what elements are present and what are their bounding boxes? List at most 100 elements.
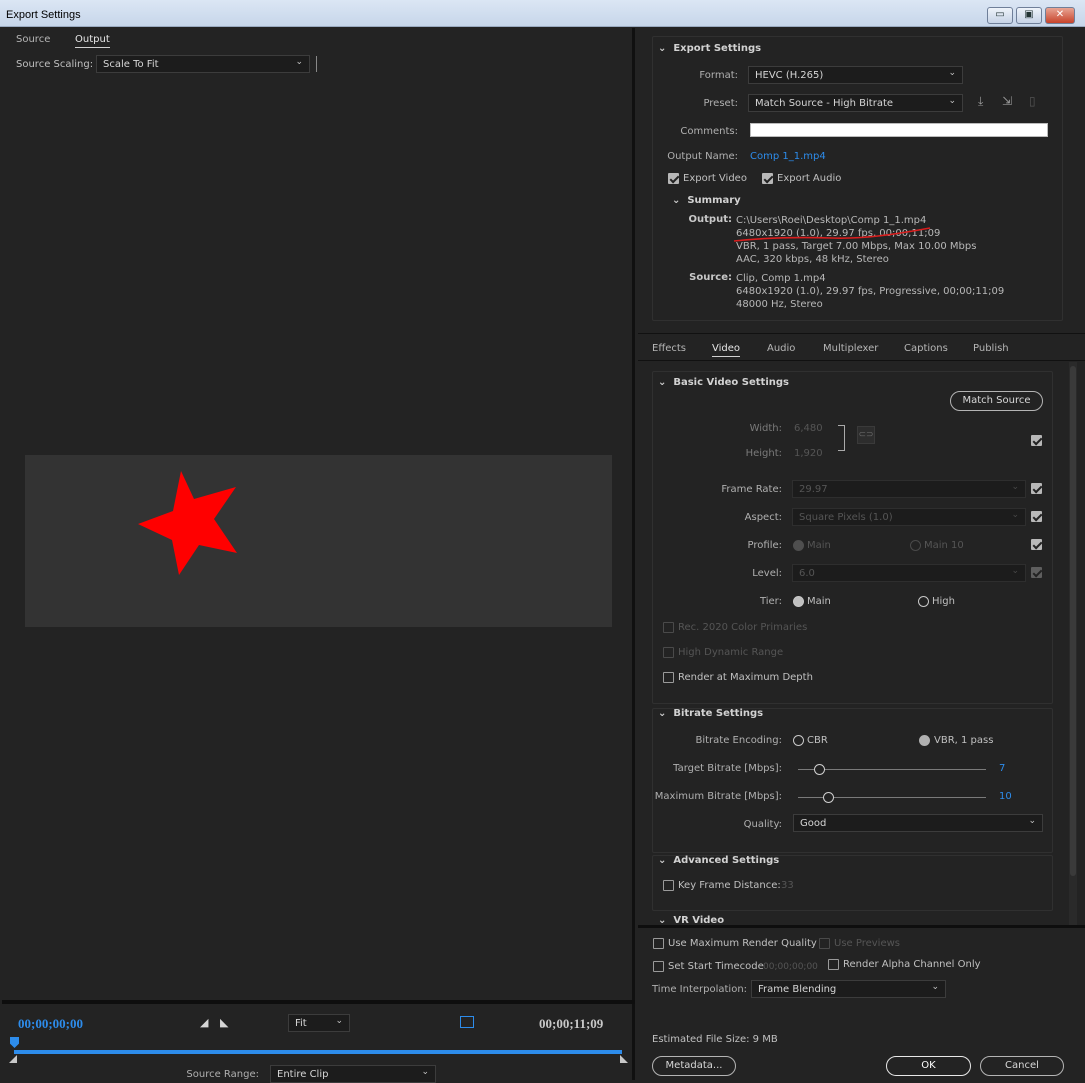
max-bitrate-knob[interactable] (823, 792, 834, 803)
playhead-icon[interactable] (10, 1037, 19, 1048)
close-button[interactable]: ✕ (1045, 7, 1075, 24)
ok-button[interactable]: OK (886, 1056, 971, 1076)
timeline-bar[interactable] (14, 1050, 622, 1054)
vbr1-label: VBR, 1 pass (934, 735, 994, 746)
tab-audio[interactable]: Audio (767, 343, 795, 354)
aspect-checkbox[interactable] (1031, 511, 1042, 522)
hdr-checkbox[interactable] (663, 647, 674, 658)
tab-effects[interactable]: Effects (652, 343, 686, 354)
level-checkbox[interactable] (1031, 567, 1042, 578)
tab-captions[interactable]: Captions (904, 343, 948, 354)
export-video-checkbox[interactable] (668, 173, 679, 184)
match-size-checkbox[interactable] (1031, 435, 1042, 446)
zoom-dropdown[interactable]: Fit ⌄ (288, 1014, 350, 1032)
use-previews-checkbox[interactable] (819, 938, 830, 949)
summary-output-label: Output: (688, 214, 732, 225)
import-preset-icon[interactable]: ⇲ (1002, 94, 1012, 108)
tier-main-radio[interactable] (793, 596, 804, 607)
aspect-dropdown[interactable]: Square Pixels (1.0) ⌄ (792, 508, 1026, 526)
match-source-button[interactable]: Match Source (950, 391, 1043, 411)
basic-video-title[interactable]: ⌄ Basic Video Settings (658, 377, 789, 388)
format-dropdown[interactable]: HEVC (H.265) ⌄ (748, 66, 963, 84)
keyframe-checkbox[interactable] (663, 880, 674, 891)
width-value[interactable]: 6,480 (794, 423, 823, 434)
chevron-down-icon: ⌄ (421, 1067, 429, 1077)
preset-dropdown[interactable]: Match Source - High Bitrate ⌄ (748, 94, 963, 112)
video-settings-scroll: ⌄ Basic Video Settings Match Source Widt… (638, 362, 1085, 925)
vbr1-radio[interactable] (919, 735, 930, 746)
advanced-title[interactable]: ⌄ Advanced Settings (658, 855, 779, 866)
chevron-down-icon: ⌄ (295, 57, 303, 67)
export-audio-checkbox[interactable] (762, 173, 773, 184)
out-point-marker-icon[interactable] (620, 1055, 628, 1063)
profile-main10-radio[interactable] (910, 540, 921, 551)
profile-main-radio[interactable] (793, 540, 804, 551)
tab-output[interactable]: Output (75, 34, 110, 48)
max-depth-label: Render at Maximum Depth (678, 672, 813, 683)
time-interpolation-dropdown[interactable]: Frame Blending ⌄ (751, 980, 946, 998)
frame-rate-checkbox[interactable] (1031, 483, 1042, 494)
start-timecode-checkbox[interactable] (653, 961, 664, 972)
set-out-point-icon[interactable]: ◣ (220, 1016, 228, 1029)
quality-dropdown[interactable]: Good ⌄ (793, 814, 1043, 832)
bitrate-title[interactable]: ⌄ Bitrate Settings (658, 708, 763, 719)
max-render-quality-checkbox[interactable] (653, 938, 664, 949)
tier-label: Tier: (759, 596, 782, 607)
set-in-point-icon[interactable]: ◢ (200, 1016, 208, 1029)
profile-checkbox[interactable] (1031, 539, 1042, 550)
source-range-dropdown[interactable]: Entire Clip ⌄ (270, 1065, 436, 1083)
cancel-button[interactable]: Cancel (980, 1056, 1064, 1076)
height-value[interactable]: 1,920 (794, 448, 823, 459)
aspect-label: Aspect: (744, 512, 782, 523)
time-interpolation-value: Frame Blending (758, 984, 837, 995)
alpha-only-checkbox[interactable] (828, 959, 839, 970)
chevron-down-icon: ⌄ (948, 96, 956, 106)
frame-rate-dropdown[interactable]: 29.97 ⌄ (792, 480, 1026, 498)
profile-label: Profile: (747, 540, 782, 551)
maximize-button[interactable]: ▣ (1016, 7, 1042, 24)
keyframe-value[interactable]: 33 (781, 880, 794, 891)
tab-multiplexer[interactable]: Multiplexer (823, 343, 878, 354)
tab-source[interactable]: Source (16, 34, 50, 45)
rec2020-checkbox[interactable] (663, 622, 674, 633)
output-name-link[interactable]: Comp 1_1.mp4 (750, 151, 826, 162)
chevron-down-icon: ⌄ (931, 982, 939, 992)
cbr-radio[interactable] (793, 735, 804, 746)
preview-frame (25, 455, 612, 627)
tier-high-radio[interactable] (918, 596, 929, 607)
delete-preset-icon[interactable]: ▯ (1029, 94, 1036, 108)
minimize-button[interactable]: ▭ (987, 7, 1013, 24)
start-timecode-value[interactable]: 00;00;00;00 (763, 962, 818, 972)
current-timecode[interactable]: 00;00;00;00 (18, 1016, 83, 1032)
export-settings-title[interactable]: ⌄ Export Settings (658, 43, 761, 54)
save-preset-icon[interactable]: ⤓ (978, 94, 983, 109)
tab-publish[interactable]: Publish (973, 343, 1009, 354)
chain-link-icon[interactable]: ⊂⊃ (857, 426, 875, 444)
quality-value: Good (800, 818, 827, 829)
quality-label: Quality: (743, 819, 782, 830)
metadata-button[interactable]: Metadata... (652, 1056, 736, 1076)
fit-frame-icon[interactable] (460, 1016, 474, 1028)
level-dropdown[interactable]: 6.0 ⌄ (792, 564, 1026, 582)
export-video-label: Export Video (683, 173, 747, 184)
tab-video[interactable]: Video (712, 343, 741, 357)
profile-main-label: Main (807, 540, 831, 551)
use-previews-label: Use Previews (834, 938, 900, 949)
max-bitrate-value[interactable]: 10 (999, 791, 1012, 802)
summary-title[interactable]: ⌄ Summary (672, 195, 741, 206)
in-point-marker-icon[interactable] (9, 1055, 17, 1063)
max-depth-checkbox[interactable] (663, 672, 674, 683)
format-label: Format: (699, 70, 738, 81)
vr-video-title[interactable]: ⌄ VR Video (658, 915, 724, 925)
estimated-file-size: Estimated File Size: 9 MB (652, 1034, 778, 1045)
source-scaling-dropdown[interactable]: Scale To Fit ⌄ (96, 55, 310, 73)
profile-main10-label: Main 10 (924, 540, 964, 551)
target-bitrate-value[interactable]: 7 (999, 763, 1005, 774)
rec2020-label: Rec. 2020 Color Primaries (678, 622, 808, 633)
comments-input[interactable] (750, 123, 1048, 137)
target-bitrate-slider[interactable] (798, 769, 986, 770)
scrollbar-thumb[interactable] (1070, 366, 1076, 876)
source-range-label: Source Range: (186, 1069, 259, 1080)
level-label: Level: (752, 568, 782, 579)
target-bitrate-knob[interactable] (814, 764, 825, 775)
